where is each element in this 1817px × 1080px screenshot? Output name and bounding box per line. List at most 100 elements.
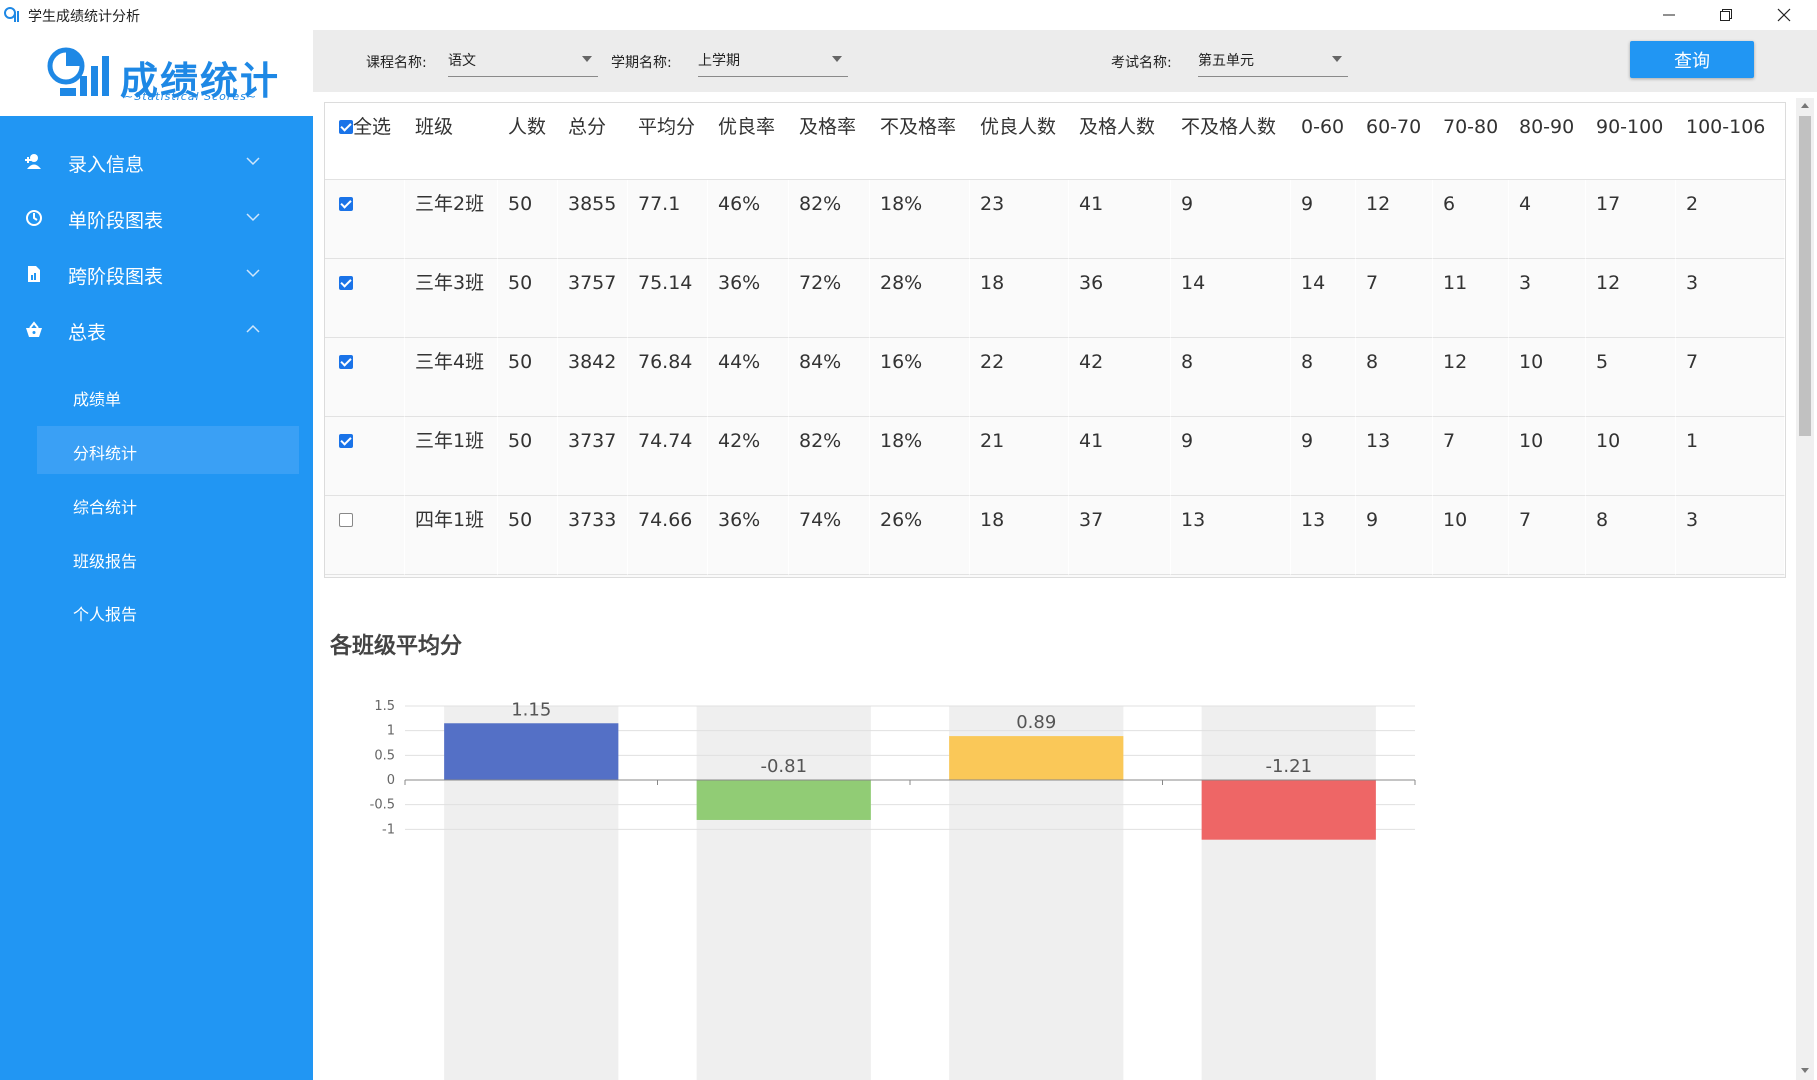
row-checkbox-cell[interactable]	[325, 259, 405, 338]
exam-label: 考试名称:	[1111, 55, 1172, 71]
table-cell: 77.1	[628, 180, 708, 259]
column-header: 不及格人数	[1171, 103, 1291, 180]
row-checkbox[interactable]	[339, 513, 353, 527]
table-cell: 75.14	[628, 259, 708, 338]
y-tick-label: 1.5	[374, 699, 395, 714]
row-checkbox[interactable]	[339, 355, 353, 369]
table-cell: 36%	[708, 496, 789, 575]
sub-item-label: 个人报告	[73, 605, 138, 624]
table-cell: 50	[498, 417, 558, 496]
table-cell: 44%	[708, 338, 789, 417]
select-all-checkbox[interactable]	[339, 120, 353, 134]
table-cell: 42	[1069, 338, 1171, 417]
table-cell: 84%	[789, 338, 870, 417]
table-cell: 10	[1433, 496, 1509, 575]
row-checkbox-cell[interactable]	[325, 496, 405, 575]
table-cell: 9	[1171, 180, 1291, 259]
table-cell: 7	[1356, 259, 1433, 338]
table-cell: 41	[1069, 180, 1171, 259]
table-header-row: 全选 班级 人数 总分 平均分 优良率 及格率 不及格率 优良人数 及格人数 不…	[325, 103, 1785, 180]
column-header: 平均分	[628, 103, 708, 180]
table-cell: 三年2班	[405, 180, 498, 259]
table-cell: 1	[1676, 417, 1785, 496]
table-cell: 36	[1069, 259, 1171, 338]
table-cell: 3842	[558, 338, 628, 417]
term-value: 上学期	[698, 53, 740, 69]
table-cell: 37	[1069, 496, 1171, 575]
column-header: 优良人数	[970, 103, 1069, 180]
table-cell: 12	[1433, 338, 1509, 417]
menu-item-single-stage-charts[interactable]: 单阶段图表	[0, 190, 313, 246]
menu-item-summary[interactable]: 总表	[0, 302, 313, 358]
bar	[444, 723, 619, 780]
sub-item-report-card[interactable]: 成绩单	[37, 372, 299, 420]
table-cell: 18%	[870, 417, 970, 496]
course-label: 课程名称:	[366, 55, 427, 71]
column-header: 及格人数	[1069, 103, 1171, 180]
scroll-up-arrow-icon[interactable]	[1801, 103, 1809, 108]
y-tick-label: -0.5	[370, 798, 395, 813]
sub-item-label: 综合统计	[73, 498, 138, 517]
table-cell: 9	[1171, 417, 1291, 496]
menu-item-input-info[interactable]: 录入信息	[0, 134, 313, 190]
minimize-button[interactable]	[1643, 0, 1695, 30]
bar	[696, 780, 871, 820]
menu-item-cross-stage-charts[interactable]: 跨阶段图表	[0, 246, 313, 302]
table-row[interactable]: 三年4班 50 3842 76.84 44% 84% 16% 22 42 8 8 8 12 10 5 7	[325, 338, 1785, 417]
select-all-header[interactable]: 全选	[325, 103, 405, 180]
chevron-down-icon	[246, 269, 260, 278]
restore-icon	[1720, 9, 1732, 21]
column-header: 优良率	[708, 103, 789, 180]
table-cell: 50	[498, 180, 558, 259]
row-checkbox-cell[interactable]	[325, 180, 405, 259]
sub-item-class-report[interactable]: 班级报告	[37, 534, 299, 582]
table-cell: 三年3班	[405, 259, 498, 338]
table-cell: 8	[1171, 338, 1291, 417]
exam-select[interactable]: 第五单元	[1198, 46, 1348, 77]
table-row[interactable]: 三年3班 50 3757 75.14 36% 72% 28% 18 36 14 14 7 11 3 12 3	[325, 259, 1785, 338]
scroll-down-arrow-icon[interactable]	[1801, 1068, 1809, 1073]
sub-item-label: 分科统计	[73, 444, 138, 463]
document-chart-icon	[28, 266, 40, 282]
sub-item-overall-stats[interactable]: 综合统计	[37, 480, 299, 528]
table-cell: 8	[1291, 338, 1356, 417]
window-title: 学生成绩统计分析	[28, 9, 140, 25]
select-all-label: 全选	[353, 116, 392, 138]
dropdown-arrow-icon	[582, 56, 592, 62]
row-checkbox[interactable]	[339, 276, 353, 290]
table-cell: 74%	[789, 496, 870, 575]
sub-item-personal-report[interactable]: 个人报告	[37, 587, 299, 635]
row-checkbox-cell[interactable]	[325, 338, 405, 417]
chart-title: 各班级平均分	[330, 634, 463, 659]
row-checkbox[interactable]	[339, 197, 353, 211]
column-header: 及格率	[789, 103, 870, 180]
row-checkbox-cell[interactable]	[325, 417, 405, 496]
table-row[interactable]: 三年2班 50 3855 77.1 46% 82% 18% 23 41 9 9 12 6 4 17 2	[325, 180, 1785, 259]
dropdown-arrow-icon	[1332, 56, 1342, 62]
menu-label: 跨阶段图表	[68, 266, 164, 288]
term-label: 学期名称:	[611, 55, 672, 71]
bar	[949, 736, 1124, 780]
y-tick-label: 1	[387, 724, 395, 739]
table-cell: 18%	[870, 180, 970, 259]
vertical-scrollbar[interactable]	[1796, 98, 1814, 1080]
table-cell: 17	[1586, 180, 1676, 259]
data-label: -1.21	[1265, 756, 1312, 777]
close-button[interactable]	[1758, 0, 1810, 30]
column-header: 90-100	[1586, 103, 1676, 180]
logo-chart-icon	[47, 47, 109, 96]
restore-button[interactable]	[1700, 0, 1752, 30]
sub-item-subject-stats[interactable]: 分科统计	[37, 426, 299, 474]
column-header: 0-60	[1291, 103, 1356, 180]
term-select[interactable]: 上学期	[698, 46, 848, 77]
scrollbar-thumb[interactable]	[1799, 116, 1811, 436]
table-cell: 10	[1586, 417, 1676, 496]
table-cell: 16%	[870, 338, 970, 417]
table-row[interactable]: 三年1班 50 3737 74.74 42% 82% 18% 21 41 9 9 13 7 10 10 1	[325, 417, 1785, 496]
table-row[interactable]: 四年1班 50 3733 74.66 36% 74% 26% 18 37 13 13 9 10 7 8 3	[325, 496, 1785, 575]
course-select[interactable]: 语文	[448, 46, 598, 77]
table-cell: 50	[498, 338, 558, 417]
row-checkbox[interactable]	[339, 434, 353, 448]
table-cell: 23	[970, 180, 1069, 259]
query-button[interactable]: 查询	[1630, 41, 1754, 78]
